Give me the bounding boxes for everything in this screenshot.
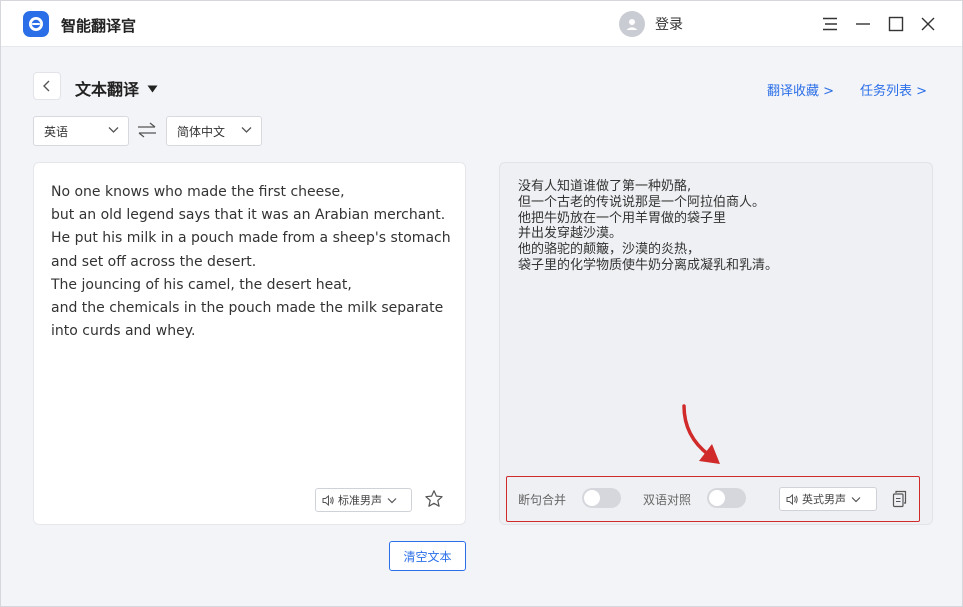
translation-panel: 没有人知道谁做了第一种奶酪, 但一个古老的传说说那是一个阿拉伯商人。 他把牛奶放… xyxy=(499,162,933,525)
speaker-icon xyxy=(322,494,334,506)
user-avatar-icon xyxy=(619,11,645,37)
caret-down-icon[interactable] xyxy=(147,81,158,96)
target-voice-value: 英式男声 xyxy=(802,493,846,506)
app-window: 智能翻译官 登录 文本翻译 翻译收藏 > 任务列表 > 英语 简体中文 No o… xyxy=(0,0,963,607)
merge-sentences-label: 断句合并 xyxy=(518,493,567,507)
close-icon[interactable] xyxy=(917,13,939,35)
title-bar: 智能翻译官 登录 xyxy=(1,1,962,47)
chevron-down-icon xyxy=(241,127,252,133)
favorites-link[interactable]: 翻译收藏 > xyxy=(767,80,834,99)
swap-languages-icon[interactable] xyxy=(137,122,157,141)
login-label: 登录 xyxy=(655,17,683,33)
back-button[interactable] xyxy=(33,72,61,100)
bilingual-label: 双语对照 xyxy=(643,493,692,507)
minimize-icon[interactable] xyxy=(852,13,874,35)
speaker-icon xyxy=(786,493,798,505)
star-icon[interactable] xyxy=(424,489,444,512)
bilingual-toggle[interactable] xyxy=(707,488,746,508)
chevron-down-icon xyxy=(851,496,861,502)
task-list-link[interactable]: 任务列表 > xyxy=(860,80,927,99)
source-text-panel[interactable]: No one knows who made the first cheese, … xyxy=(33,162,466,525)
chevron-down-icon xyxy=(108,127,119,133)
chevron-left-icon xyxy=(43,80,50,92)
copy-icon[interactable] xyxy=(892,490,908,511)
page-title: 文本翻译 xyxy=(75,80,140,99)
maximize-icon[interactable] xyxy=(885,13,907,35)
clear-text-button[interactable]: 清空文本 xyxy=(389,541,466,571)
chevron-down-icon xyxy=(387,497,397,503)
target-language-value: 简体中文 xyxy=(177,124,226,139)
target-voice-select[interactable]: 英式男声 xyxy=(779,487,877,511)
menu-icon[interactable] xyxy=(819,13,841,35)
source-language-select[interactable]: 英语 xyxy=(33,116,129,146)
annotation-arrow-icon xyxy=(682,404,720,464)
toggle-knob xyxy=(709,490,725,506)
toggle-knob xyxy=(584,490,600,506)
translation-text: 没有人知道谁做了第一种奶酪, 但一个古老的传说说那是一个阿拉伯商人。 他把牛奶放… xyxy=(518,179,779,273)
source-language-value: 英语 xyxy=(44,124,69,139)
login-button[interactable]: 登录 xyxy=(619,11,683,37)
merge-sentences-toggle[interactable] xyxy=(582,488,621,508)
app-logo-icon xyxy=(23,11,49,37)
source-voice-select[interactable]: 标准男声 xyxy=(315,488,412,512)
source-text-input[interactable]: No one knows who made the first cheese, … xyxy=(51,181,456,343)
target-language-select[interactable]: 简体中文 xyxy=(166,116,262,146)
source-voice-value: 标准男声 xyxy=(338,494,382,507)
app-title: 智能翻译官 xyxy=(61,17,137,35)
